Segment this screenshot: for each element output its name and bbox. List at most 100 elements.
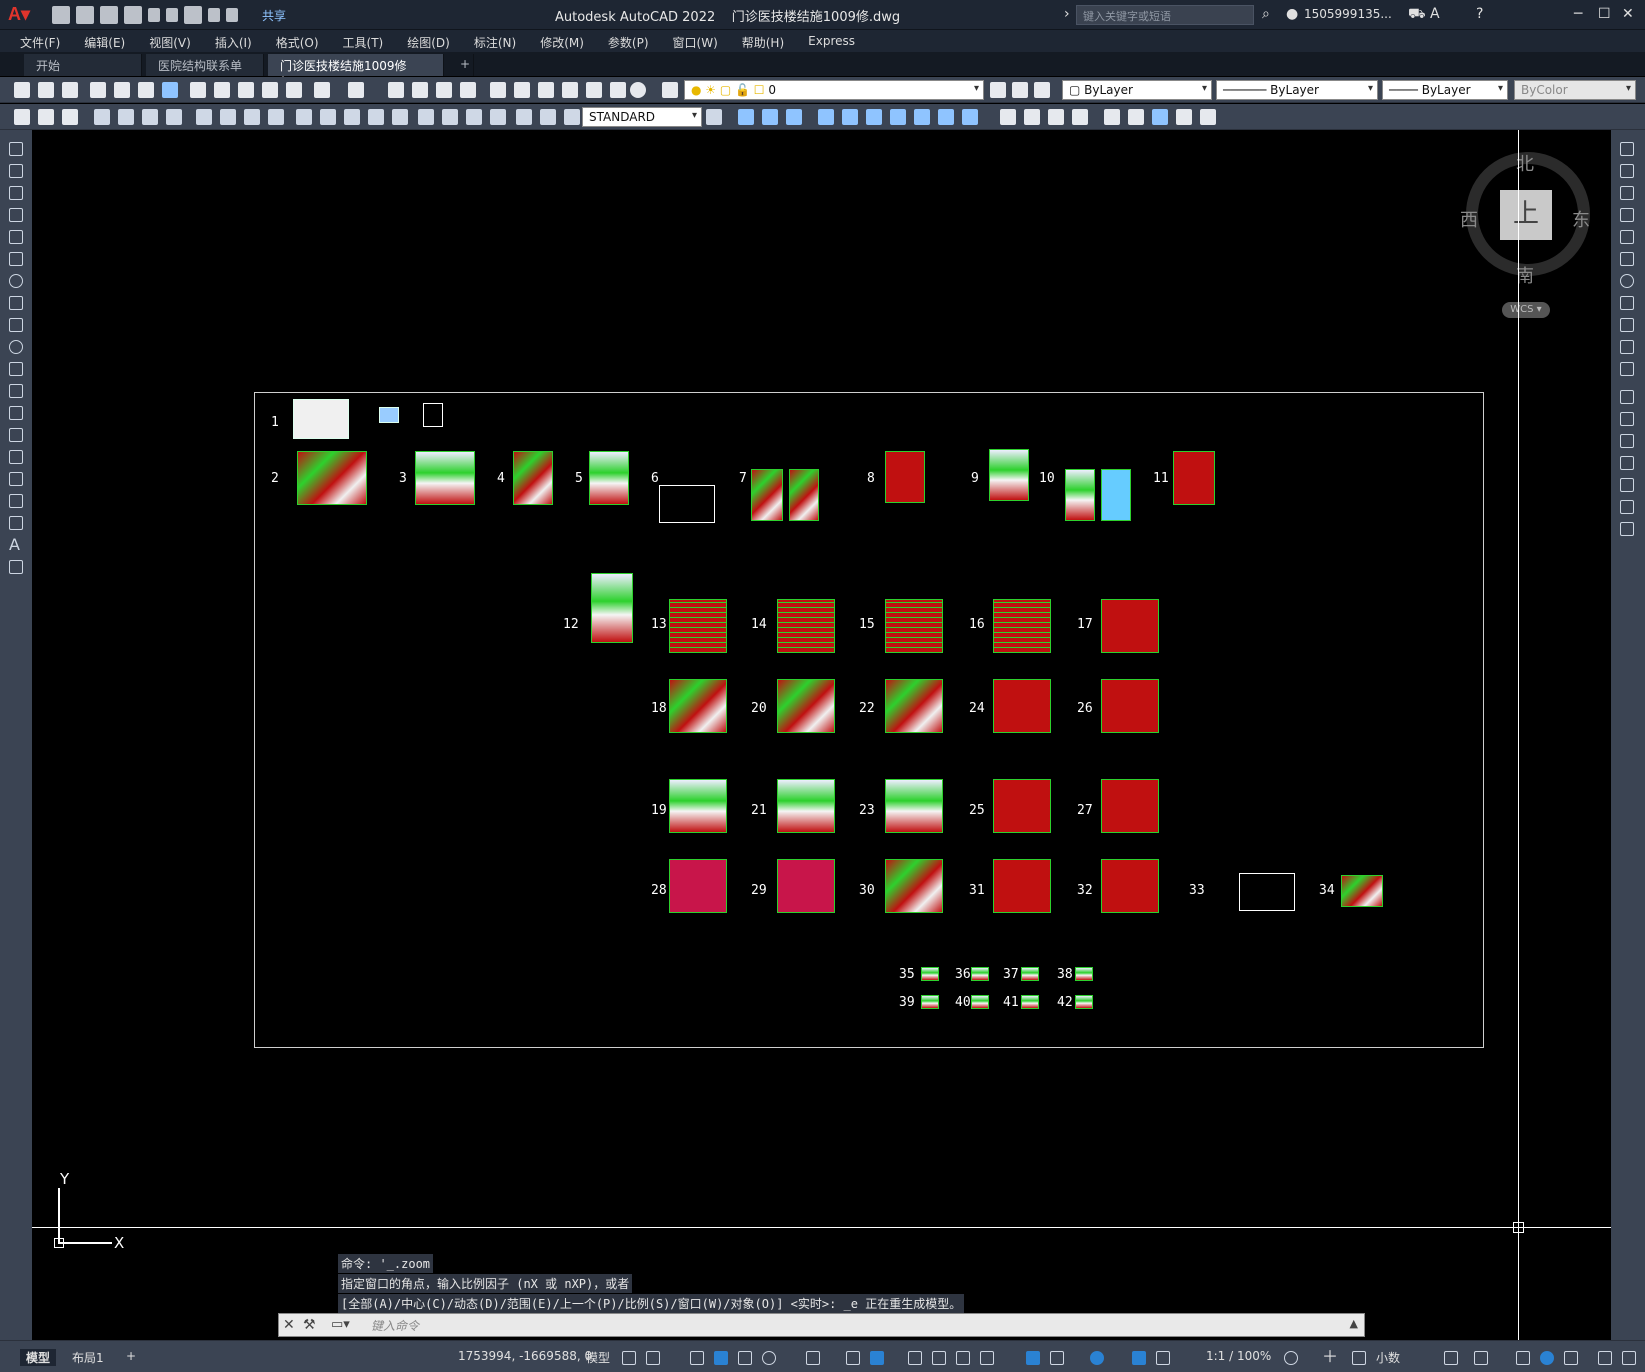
extend-icon[interactable] <box>1620 362 1634 376</box>
command-line[interactable]: ✕ ⚒ ▭▾ 键入命令 ▲ <box>278 1313 1365 1337</box>
menu-edit[interactable]: 编辑(E) <box>72 30 137 52</box>
offset-icon[interactable] <box>1620 208 1634 222</box>
jogged-icon[interactable] <box>220 109 236 125</box>
dimension-update-icon[interactable] <box>564 109 580 125</box>
dimension-style-icon[interactable] <box>706 109 722 125</box>
dynamic-ucs-icon[interactable] <box>1026 1351 1040 1365</box>
ortho-icon[interactable] <box>738 1351 752 1365</box>
sheet-thumbnail[interactable] <box>1075 995 1093 1009</box>
tab-layout1[interactable]: 布局1 <box>72 1349 104 1366</box>
customize-icon[interactable] <box>1598 1351 1612 1365</box>
linear-dimension-icon[interactable] <box>94 109 110 125</box>
annotation-monitor-icon[interactable]: ＋ <box>1322 1349 1338 1365</box>
sheet-thumbnail[interactable] <box>1021 995 1039 1009</box>
insert-block-icon[interactable] <box>1104 109 1120 125</box>
zoom-previous-icon[interactable] <box>460 82 476 98</box>
zoom-realtime-icon[interactable] <box>412 82 428 98</box>
polar-tracking-icon[interactable] <box>762 1351 776 1365</box>
color-dropdown[interactable]: ▢ ByLayer ▾ <box>1062 80 1212 100</box>
rotate-icon[interactable] <box>866 109 882 125</box>
new-icon[interactable] <box>52 6 70 24</box>
center-mark-icon[interactable] <box>442 109 458 125</box>
make-current-layer-icon[interactable] <box>990 82 1006 98</box>
autodesk-a360-icon[interactable]: A <box>1430 6 1440 22</box>
stretch-icon[interactable] <box>914 109 930 125</box>
fillet-icon[interactable] <box>1620 478 1634 492</box>
gradient-icon[interactable] <box>9 472 23 486</box>
redo-icon[interactable] <box>348 82 364 98</box>
sheet-thumbnail[interactable] <box>1101 599 1159 653</box>
undo-icon[interactable] <box>208 8 220 22</box>
sheet-thumbnail[interactable] <box>1101 469 1131 521</box>
redo-icon[interactable] <box>226 8 238 22</box>
layer-state-icon[interactable] <box>1034 82 1050 98</box>
plot-icon[interactable] <box>90 82 106 98</box>
wcs-menu[interactable]: WCS ▾ <box>1502 302 1550 318</box>
rectangle-icon[interactable] <box>9 230 23 244</box>
sheet-thumbnail[interactable] <box>989 449 1029 501</box>
break-at-point-icon[interactable] <box>1620 390 1634 404</box>
sheet-thumbnail[interactable] <box>415 451 475 505</box>
layer-properties-icon[interactable] <box>662 82 678 98</box>
menu-modify[interactable]: 修改(M) <box>528 30 596 52</box>
publish-icon[interactable] <box>138 82 154 98</box>
move-icon[interactable] <box>1620 252 1634 266</box>
sheet-thumbnail[interactable] <box>293 399 349 439</box>
table-icon[interactable] <box>9 516 23 530</box>
revision-cloud-icon[interactable] <box>9 296 23 310</box>
block-editor-icon[interactable] <box>286 82 302 98</box>
continue-icon[interactable] <box>344 109 360 125</box>
dimension-text-edit-icon[interactable] <box>540 109 556 125</box>
fullscreen-icon[interactable] <box>1622 1351 1636 1365</box>
sheet-thumbnail[interactable] <box>751 469 783 521</box>
viewcube-west[interactable]: 西 <box>1460 206 1478 232</box>
sheet-thumbnail[interactable] <box>993 599 1051 653</box>
sheet-thumbnail[interactable] <box>777 679 835 733</box>
sheet-thumbnail[interactable] <box>669 859 727 913</box>
sheet-thumbnail[interactable] <box>777 859 835 913</box>
sheet-thumbnail[interactable] <box>423 403 443 427</box>
help-icon[interactable] <box>630 82 646 98</box>
xref-icon[interactable] <box>1152 109 1168 125</box>
menu-help[interactable]: 帮助(H) <box>730 30 796 52</box>
annotation-scale[interactable]: 1:1 / 100% <box>1206 1349 1271 1363</box>
blend-curves-icon[interactable] <box>1620 500 1634 514</box>
sheet-thumbnail[interactable] <box>885 679 943 733</box>
share-button[interactable]: 共享 <box>262 7 286 24</box>
polyline-icon[interactable] <box>9 186 23 200</box>
spline-icon[interactable] <box>9 318 23 332</box>
plot-icon[interactable] <box>184 6 202 24</box>
open-icon[interactable] <box>76 6 94 24</box>
menu-parametric[interactable]: 参数(P) <box>596 30 661 52</box>
quick-properties-icon[interactable] <box>1444 1351 1458 1365</box>
array-icon[interactable] <box>1620 230 1634 244</box>
trim-icon[interactable] <box>1620 340 1634 354</box>
chevron-up-icon[interactable]: ▲ <box>1350 1317 1358 1330</box>
cart-icon[interactable]: ⛟ <box>1408 6 1426 24</box>
sheet-thumbnail[interactable] <box>1239 873 1295 911</box>
scale-icon[interactable] <box>890 109 906 125</box>
sheet-thumbnail[interactable] <box>1101 679 1159 733</box>
sheet-thumbnail[interactable] <box>589 451 629 505</box>
sheet-thumbnail[interactable] <box>885 451 925 503</box>
close-icon[interactable]: ✕ <box>1622 6 1634 22</box>
dimension-break-icon[interactable] <box>392 109 408 125</box>
user-icon[interactable]: ● <box>1286 6 1298 22</box>
add-layout-button[interactable]: + <box>126 1349 136 1363</box>
calculator-icon[interactable] <box>610 82 626 98</box>
close-icon[interactable]: ✕ <box>283 1317 295 1333</box>
join-icon[interactable] <box>1620 434 1634 448</box>
sheet-thumbnail[interactable] <box>921 967 939 981</box>
radius-icon[interactable] <box>196 109 212 125</box>
scale-icon[interactable] <box>1620 296 1634 310</box>
tolerance-icon[interactable] <box>418 109 434 125</box>
insert-block-icon[interactable] <box>9 384 23 398</box>
cut-icon[interactable] <box>190 82 206 98</box>
snap-icon[interactable] <box>646 1351 660 1365</box>
create-block-icon[interactable] <box>1128 109 1144 125</box>
erase-icon[interactable] <box>1620 142 1634 156</box>
chevron-right-icon[interactable]: › <box>1064 6 1070 22</box>
quick-dimension-icon[interactable] <box>296 109 312 125</box>
selection-filter-icon[interactable] <box>1050 1351 1064 1365</box>
sheet-thumbnail[interactable] <box>993 679 1051 733</box>
